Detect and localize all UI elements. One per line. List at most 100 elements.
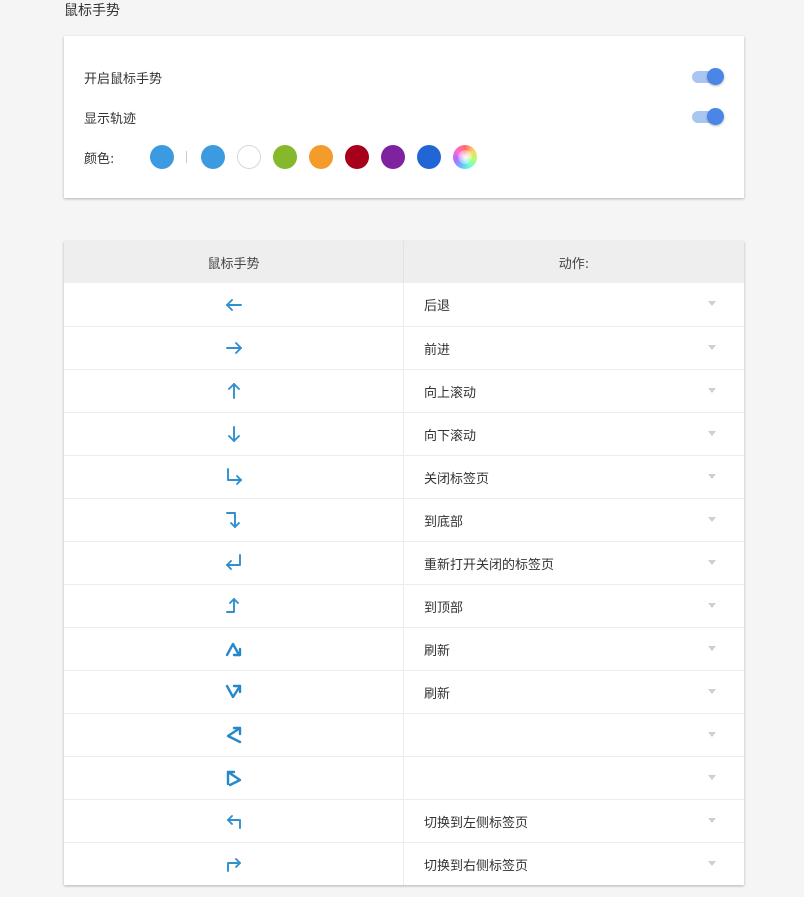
gesture-cell [64, 413, 404, 455]
table-row [64, 713, 744, 756]
action-label: 重新打开关闭的标签页 [424, 557, 555, 573]
action-select[interactable]: 到顶部 [404, 585, 744, 627]
color-swatch[interactable] [381, 145, 405, 169]
arrow-down-icon [227, 426, 240, 442]
enable-gesture-label: 开启鼠标手势 [84, 71, 163, 87]
action-select[interactable]: 到底部 [404, 499, 744, 541]
action-select[interactable]: 刷新 [404, 671, 744, 713]
color-palette [201, 145, 489, 169]
caret-down-icon [708, 775, 716, 780]
table-row: 后退 [64, 283, 744, 326]
action-select[interactable]: 后退 [404, 283, 744, 326]
table-row: 刷新 [64, 627, 744, 670]
color-divider [186, 151, 187, 163]
up-downright-left-icon [226, 770, 241, 787]
table-row: 向下滚动 [64, 412, 744, 455]
page-title: 鼠标手势 [64, 3, 120, 19]
gesture-cell [64, 800, 404, 842]
gesture-cell [64, 757, 404, 799]
color-picker-row: 颜色: [84, 144, 489, 170]
color-swatch[interactable] [309, 145, 333, 169]
action-label: 到底部 [424, 514, 464, 530]
down-up-icon [225, 684, 241, 699]
action-select[interactable]: 关闭标签页 [404, 456, 744, 498]
gesture-cell [64, 671, 404, 713]
caret-down-icon [708, 603, 716, 608]
caret-down-icon [708, 301, 716, 306]
action-select[interactable]: 重新打开关闭的标签页 [404, 542, 744, 584]
table-row: 到顶部 [64, 584, 744, 627]
action-label: 刷新 [424, 686, 451, 702]
enable-gesture-toggle[interactable] [692, 67, 724, 87]
table-row: 到底部 [64, 498, 744, 541]
action-label: 到顶部 [424, 600, 464, 616]
show-trail-label: 显示轨迹 [84, 111, 137, 127]
custom-color-swatch[interactable] [453, 145, 477, 169]
gesture-column-header: 鼠标手势 [64, 241, 404, 283]
table-row: 切换到左侧标签页 [64, 799, 744, 842]
action-label: 关闭标签页 [424, 471, 490, 487]
action-column-header: 动作: [558, 256, 590, 272]
gesture-cell [64, 370, 404, 412]
action-select[interactable] [404, 757, 744, 799]
enable-gesture-row: 开启鼠标手势 [84, 66, 724, 88]
up-down-icon [225, 642, 241, 657]
action-select[interactable] [404, 714, 744, 756]
table-row [64, 756, 744, 799]
gesture-table: 鼠标手势 动作: 后退前进向上滚动向下滚动关闭标签页到底部重新打开关闭的标签页到… [64, 241, 744, 885]
arrow-right-icon [225, 342, 242, 354]
action-select[interactable]: 向上滚动 [404, 370, 744, 412]
caret-down-icon [708, 517, 716, 522]
table-row: 重新打开关闭的标签页 [64, 541, 744, 584]
arrow-up-icon [227, 383, 240, 399]
table-header: 鼠标手势 动作: [64, 241, 744, 283]
left-downleft-right-icon [226, 726, 241, 744]
show-trail-row: 显示轨迹 [84, 106, 724, 128]
right-down-icon [225, 512, 240, 528]
color-swatch[interactable] [237, 145, 261, 169]
action-select[interactable]: 切换到左侧标签页 [404, 800, 744, 842]
current-color-swatch[interactable] [150, 145, 174, 169]
color-swatch[interactable] [273, 145, 297, 169]
toggle-knob [707, 108, 724, 125]
color-swatch[interactable] [345, 145, 369, 169]
down-left-icon [226, 815, 241, 829]
up-left-icon [225, 554, 241, 570]
caret-down-icon [708, 689, 716, 694]
down-right-icon [226, 468, 242, 485]
action-label: 切换到左侧标签页 [424, 815, 529, 831]
caret-down-icon [708, 646, 716, 651]
gesture-cell [64, 628, 404, 670]
up-right-icon [226, 858, 241, 872]
table-row: 向上滚动 [64, 369, 744, 412]
action-select[interactable]: 切换到右侧标签页 [404, 843, 744, 885]
show-trail-toggle[interactable] [692, 107, 724, 127]
action-label: 前进 [424, 342, 451, 358]
toggle-knob [707, 68, 724, 85]
right-up-icon [225, 598, 239, 613]
color-swatch[interactable] [201, 145, 225, 169]
action-select[interactable]: 前进 [404, 327, 744, 369]
action-select[interactable]: 向下滚动 [404, 413, 744, 455]
caret-down-icon [708, 388, 716, 393]
gesture-cell [64, 283, 404, 326]
table-body: 后退 前进 向上滚动 向下滚动 关闭标签页 到底部 重新打开关闭的标签页 到顶部 刷新 刷新 切换到… [64, 283, 744, 885]
color-label: 颜色: [84, 151, 115, 167]
action-label: 向上滚动 [424, 385, 477, 401]
caret-down-icon [708, 431, 716, 436]
gesture-cell [64, 327, 404, 369]
action-select[interactable]: 刷新 [404, 628, 744, 670]
table-row: 切换到右侧标签页 [64, 842, 744, 885]
gesture-cell [64, 542, 404, 584]
action-label: 后退 [424, 299, 451, 314]
table-row: 前进 [64, 326, 744, 369]
caret-down-icon [708, 474, 716, 479]
caret-down-icon [708, 861, 716, 866]
gesture-cell [64, 499, 404, 541]
table-row: 刷新 [64, 670, 744, 713]
gesture-cell [64, 714, 404, 756]
caret-down-icon [708, 560, 716, 565]
arrow-left-icon [225, 298, 242, 311]
color-swatch[interactable] [417, 145, 441, 169]
gesture-cell [64, 585, 404, 627]
